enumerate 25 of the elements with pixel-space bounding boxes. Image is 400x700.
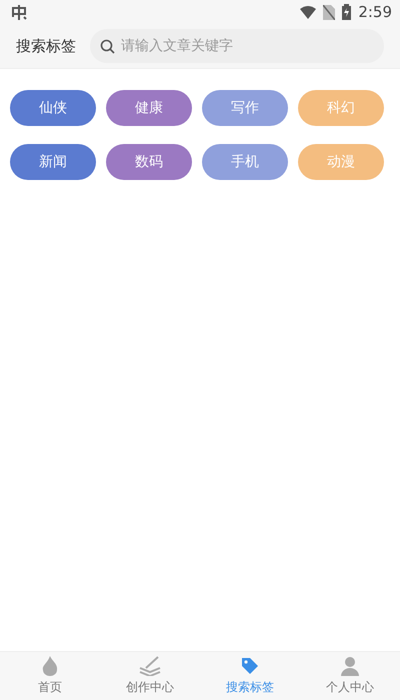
tag-button[interactable]: 数码: [106, 144, 192, 180]
tag-button[interactable]: 健康: [106, 90, 192, 126]
nav-tab[interactable]: 搜索标签: [200, 652, 300, 700]
status-time: 2:59: [358, 3, 392, 21]
tag-icon: [240, 656, 260, 676]
nav-label: 首页: [38, 679, 62, 696]
page-title: 搜索标签: [16, 36, 76, 56]
tag-button[interactable]: 手机: [202, 144, 288, 180]
nav-tab[interactable]: 首页: [0, 652, 100, 700]
search-field[interactable]: 请输入文章关键字: [90, 29, 384, 63]
nav-tab[interactable]: 创作中心: [100, 652, 200, 700]
nav-label: 搜索标签: [226, 679, 274, 696]
book-pen-icon: [138, 656, 162, 676]
tag-button[interactable]: 仙侠: [10, 90, 96, 126]
person-icon: [340, 656, 360, 676]
nav-label: 创作中心: [126, 679, 174, 696]
battery-charging-icon: [342, 4, 352, 20]
search-icon: [100, 39, 115, 54]
nav-label: 个人中心: [326, 679, 374, 696]
wifi-icon: [300, 6, 316, 18]
tag-button[interactable]: 写作: [202, 90, 288, 126]
app-notification-icon: [10, 3, 28, 21]
tag-button[interactable]: 新闻: [10, 144, 96, 180]
no-sim-icon: [323, 4, 336, 20]
nav-tab[interactable]: 个人中心: [300, 652, 400, 700]
